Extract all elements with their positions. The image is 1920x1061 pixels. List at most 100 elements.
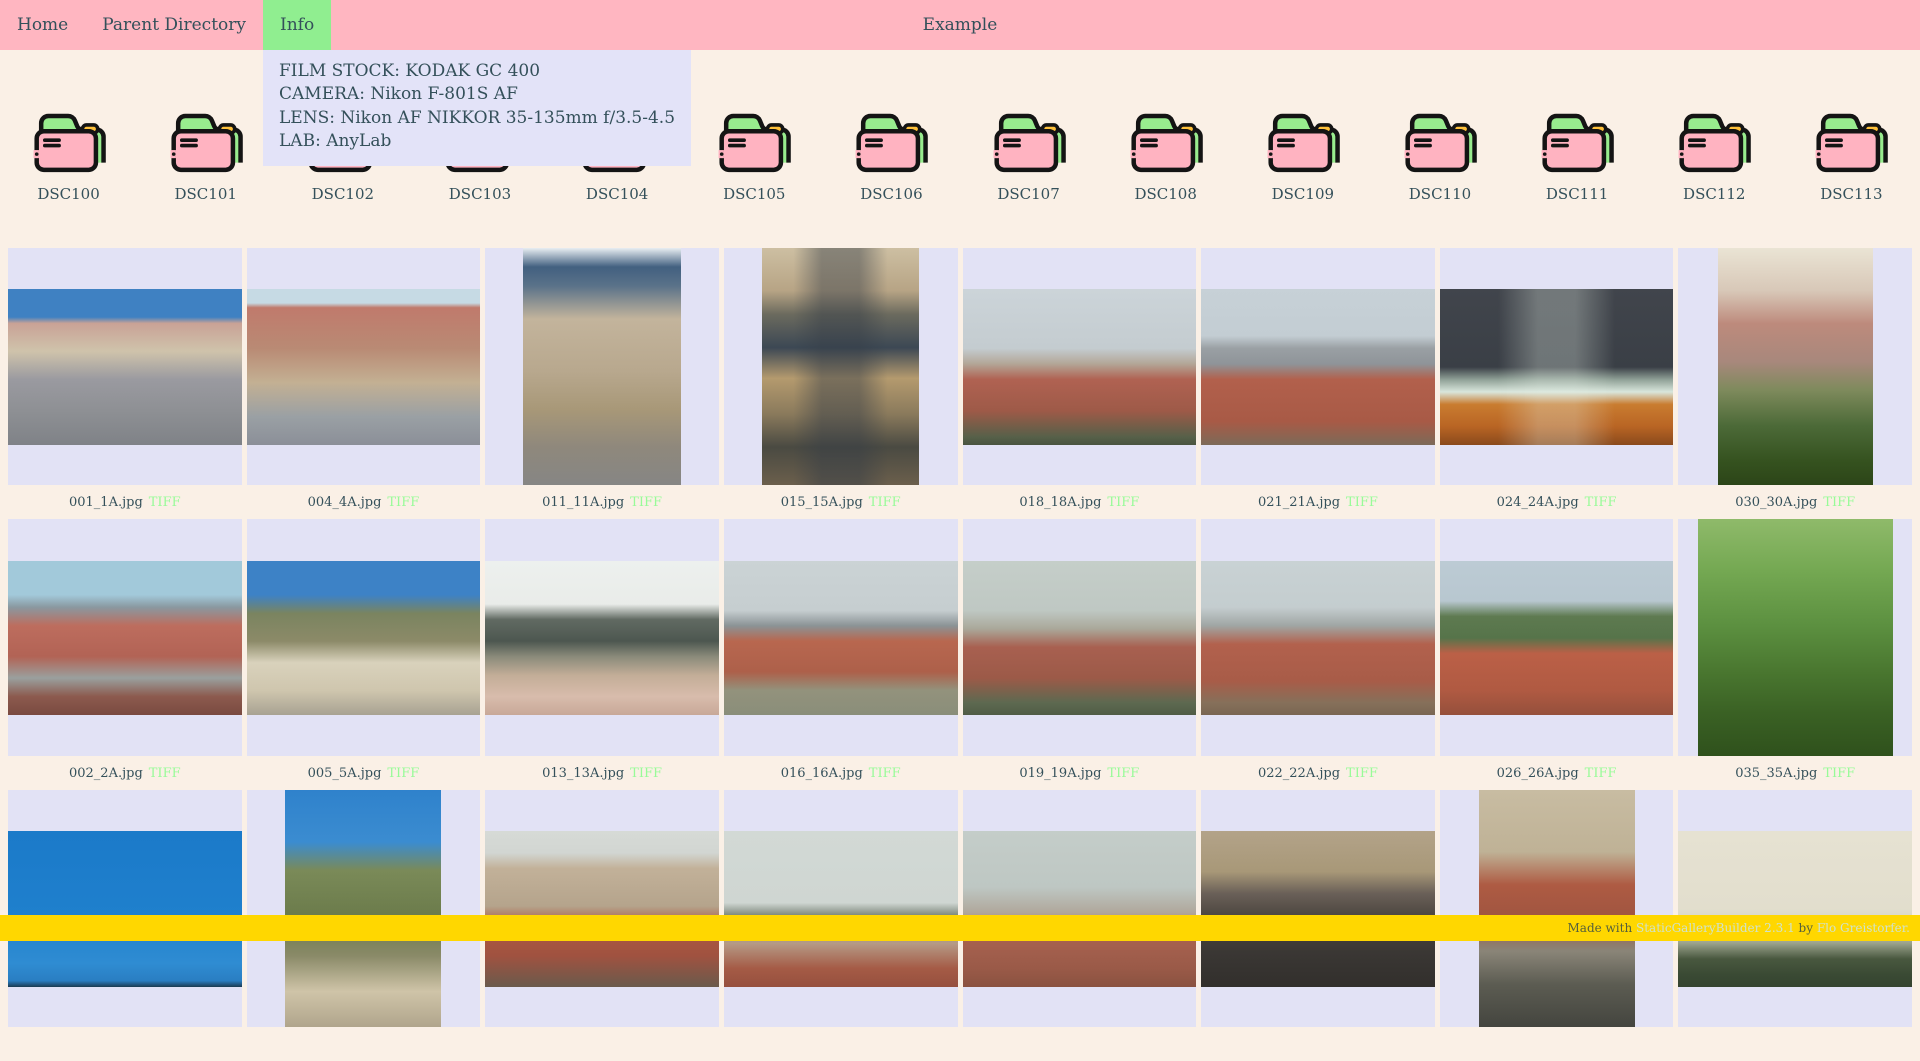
folder-icon xyxy=(1675,107,1753,177)
photo-thumb-row3-8[interactable] xyxy=(1678,790,1912,1027)
folder-DSC108[interactable]: DSC108 xyxy=(1097,107,1234,203)
photo-thumb-035_35A.jpg[interactable] xyxy=(1678,519,1912,756)
photo-thumb-005_5A.jpg[interactable] xyxy=(247,519,481,756)
photo-image xyxy=(963,561,1197,715)
photo-filename: 026_26A.jpg xyxy=(1497,766,1579,781)
photo-thumb-026_26A.jpg[interactable] xyxy=(1440,519,1674,756)
photo-item: 035_35A.jpg TIFF xyxy=(1678,519,1912,790)
folder-DSC113[interactable]: DSC113 xyxy=(1783,107,1920,203)
folder-label: DSC111 xyxy=(1546,185,1608,203)
photo-thumb-001_1A.jpg[interactable] xyxy=(8,248,242,485)
folder-label: DSC107 xyxy=(997,185,1059,203)
photo-thumb-011_11A.jpg[interactable] xyxy=(485,248,719,485)
folder-DSC101[interactable]: DSC101 xyxy=(137,107,274,203)
photo-item: 030_30A.jpg TIFF xyxy=(1678,248,1912,519)
photo-thumb-030_30A.jpg[interactable] xyxy=(1678,248,1912,485)
photo-thumb-row3-2[interactable] xyxy=(247,790,481,1027)
folder-icon xyxy=(715,107,793,177)
photo-tiff-link[interactable]: TIFF xyxy=(1346,766,1378,781)
folder-label: DSC112 xyxy=(1683,185,1745,203)
folder-DSC111[interactable]: DSC111 xyxy=(1509,107,1646,203)
photo-caption xyxy=(963,1027,1197,1061)
photo-image xyxy=(1201,289,1435,445)
photo-tiff-link[interactable]: TIFF xyxy=(630,766,662,781)
photo-caption xyxy=(8,1027,242,1061)
photo-caption: 024_24A.jpgTIFF xyxy=(1440,485,1674,519)
photo-image xyxy=(523,248,681,485)
photo-thumb-021_21A.jpg[interactable] xyxy=(1201,248,1435,485)
folder-DSC112[interactable]: DSC112 xyxy=(1646,107,1783,203)
photo-thumb-013_13A.jpg[interactable] xyxy=(485,519,719,756)
info-line: FILM STOCK: KODAK GC 400 xyxy=(279,60,675,83)
photo-tiff-link[interactable]: TIFF xyxy=(869,766,901,781)
photo-thumb-row3-3[interactable] xyxy=(485,790,719,1027)
nav-item-home[interactable]: Home xyxy=(0,0,85,50)
photo-tiff-link[interactable]: TIFF xyxy=(869,495,901,510)
photo-thumb-018_18A.jpg[interactable] xyxy=(963,248,1197,485)
photo-thumb-002_2A.jpg[interactable] xyxy=(8,519,242,756)
photo-thumb-015_15A.jpg[interactable] xyxy=(724,248,958,485)
photo-image xyxy=(247,561,481,715)
folder-icon xyxy=(1812,107,1890,177)
photo-tiff-link[interactable]: TIFF xyxy=(387,495,419,510)
photo-filename: 002_2A.jpg xyxy=(69,766,143,781)
folder-label: DSC100 xyxy=(37,185,99,203)
folder-DSC105[interactable]: DSC105 xyxy=(686,107,823,203)
photo-item: 024_24A.jpgTIFF xyxy=(1440,248,1674,519)
folder-DSC107[interactable]: DSC107 xyxy=(960,107,1097,203)
photo-thumb-row3-4[interactable] xyxy=(724,790,958,1027)
photo-thumb-row3-7[interactable] xyxy=(1440,790,1674,1027)
folder-DSC109[interactable]: DSC109 xyxy=(1234,107,1371,203)
photo-tiff-link[interactable]: TIFF xyxy=(1107,766,1139,781)
photo-tiff-link[interactable]: TIFF xyxy=(1585,766,1617,781)
photo-filename: 005_5A.jpg xyxy=(308,766,382,781)
photo-tiff-link[interactable]: TIFF xyxy=(1107,495,1139,510)
folder-DSC110[interactable]: DSC110 xyxy=(1371,107,1508,203)
photo-tiff-link[interactable]: TIFF xyxy=(387,766,419,781)
photo-thumb-row3-6[interactable] xyxy=(1201,790,1435,1027)
photo-filename: 016_16A.jpg xyxy=(781,766,863,781)
footer-link-builder[interactable]: StaticGalleryBuilder 2.3.1 xyxy=(1636,921,1795,935)
photo-tiff-link[interactable]: TIFF xyxy=(1823,766,1855,781)
footer-made-with-text: Made with xyxy=(1568,921,1637,935)
nav-item-parent-directory[interactable]: Parent Directory xyxy=(85,0,263,50)
footer-link-author[interactable]: Flo Greistorfer. xyxy=(1817,921,1910,935)
photo-thumb-row3-1[interactable] xyxy=(8,790,242,1027)
folder-DSC106[interactable]: DSC106 xyxy=(823,107,960,203)
photo-tiff-link[interactable]: TIFF xyxy=(630,495,662,510)
photo-image xyxy=(1440,561,1674,715)
photo-thumb-024_24A.jpg[interactable] xyxy=(1440,248,1674,485)
photo-filename: 035_35A.jpg xyxy=(1735,766,1817,781)
photo-tiff-link[interactable]: TIFF xyxy=(1346,495,1378,510)
photo-thumb-019_19A.jpg[interactable] xyxy=(963,519,1197,756)
photo-caption: 021_21A.jpgTIFF xyxy=(1201,485,1435,519)
photo-tiff-link[interactable]: TIFF xyxy=(149,766,181,781)
photo-filename: 004_4A.jpg xyxy=(308,495,382,510)
folder-label: DSC103 xyxy=(449,185,511,203)
photo-item: 005_5A.jpg TIFF xyxy=(247,519,481,790)
photo-thumb-016_16A.jpg[interactable] xyxy=(724,519,958,756)
photo-caption: 019_19A.jpg TIFF xyxy=(963,756,1197,790)
photo-tiff-link[interactable]: TIFF xyxy=(1585,495,1617,510)
photo-caption: 022_22A.jpgTIFF xyxy=(1201,756,1435,790)
photo-caption: 015_15A.jpgTIFF xyxy=(724,485,958,519)
photo-caption: 030_30A.jpg TIFF xyxy=(1678,485,1912,519)
photo-thumb-022_22A.jpg[interactable] xyxy=(1201,519,1435,756)
photo-caption: 011_11A.jpgTIFF xyxy=(485,485,719,519)
photo-item: 022_22A.jpgTIFF xyxy=(1201,519,1435,790)
photo-filename: 030_30A.jpg xyxy=(1735,495,1817,510)
photo-image xyxy=(1718,248,1873,485)
folder-icon xyxy=(990,107,1068,177)
folder-label: DSC108 xyxy=(1134,185,1196,203)
photo-item: 001_1A.jpgTIFF xyxy=(8,248,242,519)
photo-tiff-link[interactable]: TIFF xyxy=(149,495,181,510)
photo-item: 004_4A.jpg TIFF xyxy=(247,248,481,519)
photo-tiff-link[interactable]: TIFF xyxy=(1823,495,1855,510)
photo-thumb-row3-5[interactable] xyxy=(963,790,1197,1027)
nav-item-info[interactable]: Info FILM STOCK: KODAK GC 400CAMERA: Nik… xyxy=(263,0,331,50)
footer: Made with StaticGalleryBuilder 2.3.1 by … xyxy=(0,915,1920,941)
photo-thumb-004_4A.jpg[interactable] xyxy=(247,248,481,485)
folder-DSC100[interactable]: DSC100 xyxy=(0,107,137,203)
photo-filename: 019_19A.jpg xyxy=(1019,766,1101,781)
photo-image xyxy=(8,831,242,987)
